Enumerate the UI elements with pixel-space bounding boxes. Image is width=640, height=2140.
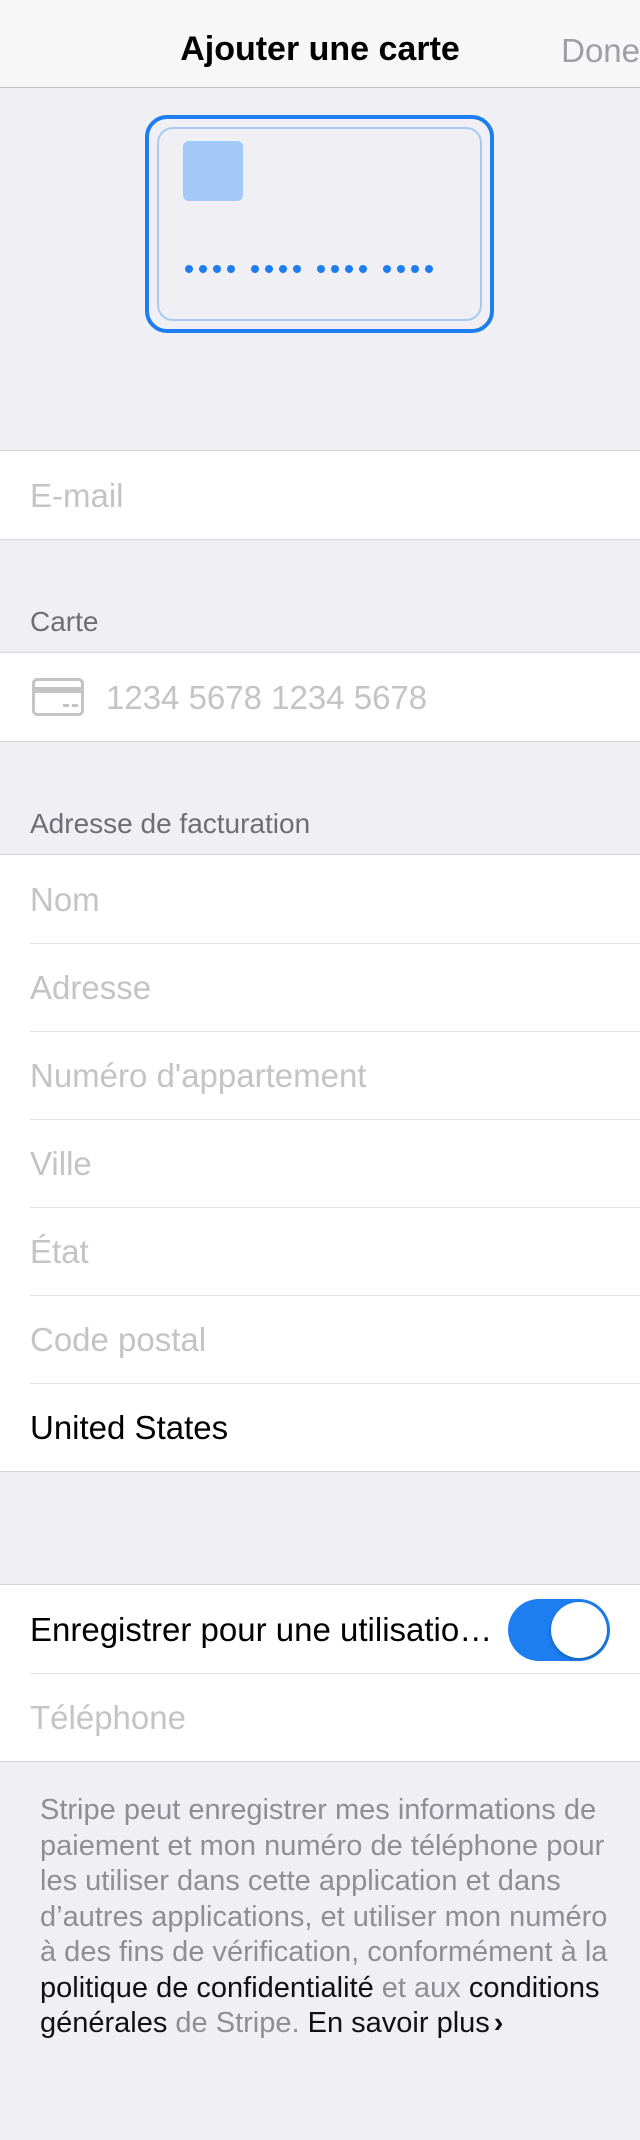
dot-group	[185, 265, 235, 273]
done-button[interactable]: Done	[561, 32, 640, 70]
card-number-field[interactable]: 1234 5678 1234 5678	[0, 653, 640, 741]
name-placeholder: Nom	[30, 881, 100, 918]
email-placeholder: E-mail	[30, 477, 124, 514]
card-section: 1234 5678 1234 5678	[0, 652, 640, 742]
chevron-right-icon: ›	[493, 2007, 504, 2039]
city-placeholder: Ville	[30, 1145, 92, 1182]
legal-text: Stripe peut enregistrer mes informations…	[40, 1793, 610, 2042]
dot-group	[383, 265, 433, 273]
legal-text-part: et aux	[373, 1971, 469, 2004]
billing-section-header: Adresse de facturation	[30, 808, 311, 839]
city-field[interactable]: Ville	[0, 1119, 640, 1207]
card-number-dots	[185, 265, 433, 273]
card-section-header: Carte	[30, 606, 99, 637]
email-field[interactable]: E-mail	[0, 451, 640, 539]
dot-group	[251, 265, 301, 273]
learn-more-link[interactable]: En savoir plus ›	[308, 2007, 504, 2039]
postal-code-placeholder: Code postal	[30, 1321, 207, 1358]
state-field[interactable]: État	[0, 1207, 640, 1295]
legal-text-part: de Stripe.	[167, 2007, 308, 2039]
card-illustration-inner	[157, 127, 482, 321]
save-row: Enregistrer pour une utilisation ultérie…	[0, 1585, 640, 1673]
country-field[interactable]: United States	[0, 1383, 640, 1471]
card-chip-icon	[183, 141, 243, 201]
card-illustration	[145, 115, 494, 333]
apartment-field[interactable]: Numéro d'appartement	[0, 1031, 640, 1119]
page-title: Ajouter une carte	[180, 30, 460, 68]
save-for-later-label: Enregistrer pour une utilisation ultérie…	[30, 1611, 504, 1648]
phone-placeholder: Téléphone	[30, 1699, 186, 1736]
country-value: United States	[30, 1409, 229, 1446]
learn-more-label: En savoir plus	[307, 2007, 490, 2039]
save-toggle[interactable]	[508, 1599, 610, 1661]
email-section: E-mail	[0, 450, 640, 540]
credit-card-icon	[32, 678, 84, 716]
name-field[interactable]: Nom	[0, 855, 640, 943]
phone-field[interactable]: Téléphone	[0, 1673, 640, 1761]
legal-text-part: Stripe peut enregistrer mes informations…	[40, 1794, 608, 1968]
apartment-placeholder: Numéro d'appartement	[30, 1057, 367, 1094]
card-number-placeholder: 1234 5678 1234 5678	[106, 679, 428, 716]
postal-code-field[interactable]: Code postal	[0, 1295, 640, 1383]
toggle-knob	[551, 1602, 607, 1658]
navigation-bar: Ajouter une carte Done	[0, 0, 640, 88]
state-placeholder: État	[30, 1233, 89, 1270]
billing-section: Nom Adresse Numéro d'appartement Ville É…	[0, 854, 640, 1472]
dot-group	[317, 265, 367, 273]
privacy-policy-link[interactable]: politique de confidentialité	[40, 1972, 374, 2004]
address-placeholder: Adresse	[30, 969, 152, 1006]
address-field[interactable]: Adresse	[0, 943, 640, 1031]
save-section: Enregistrer pour une utilisation ultérie…	[0, 1584, 640, 1762]
